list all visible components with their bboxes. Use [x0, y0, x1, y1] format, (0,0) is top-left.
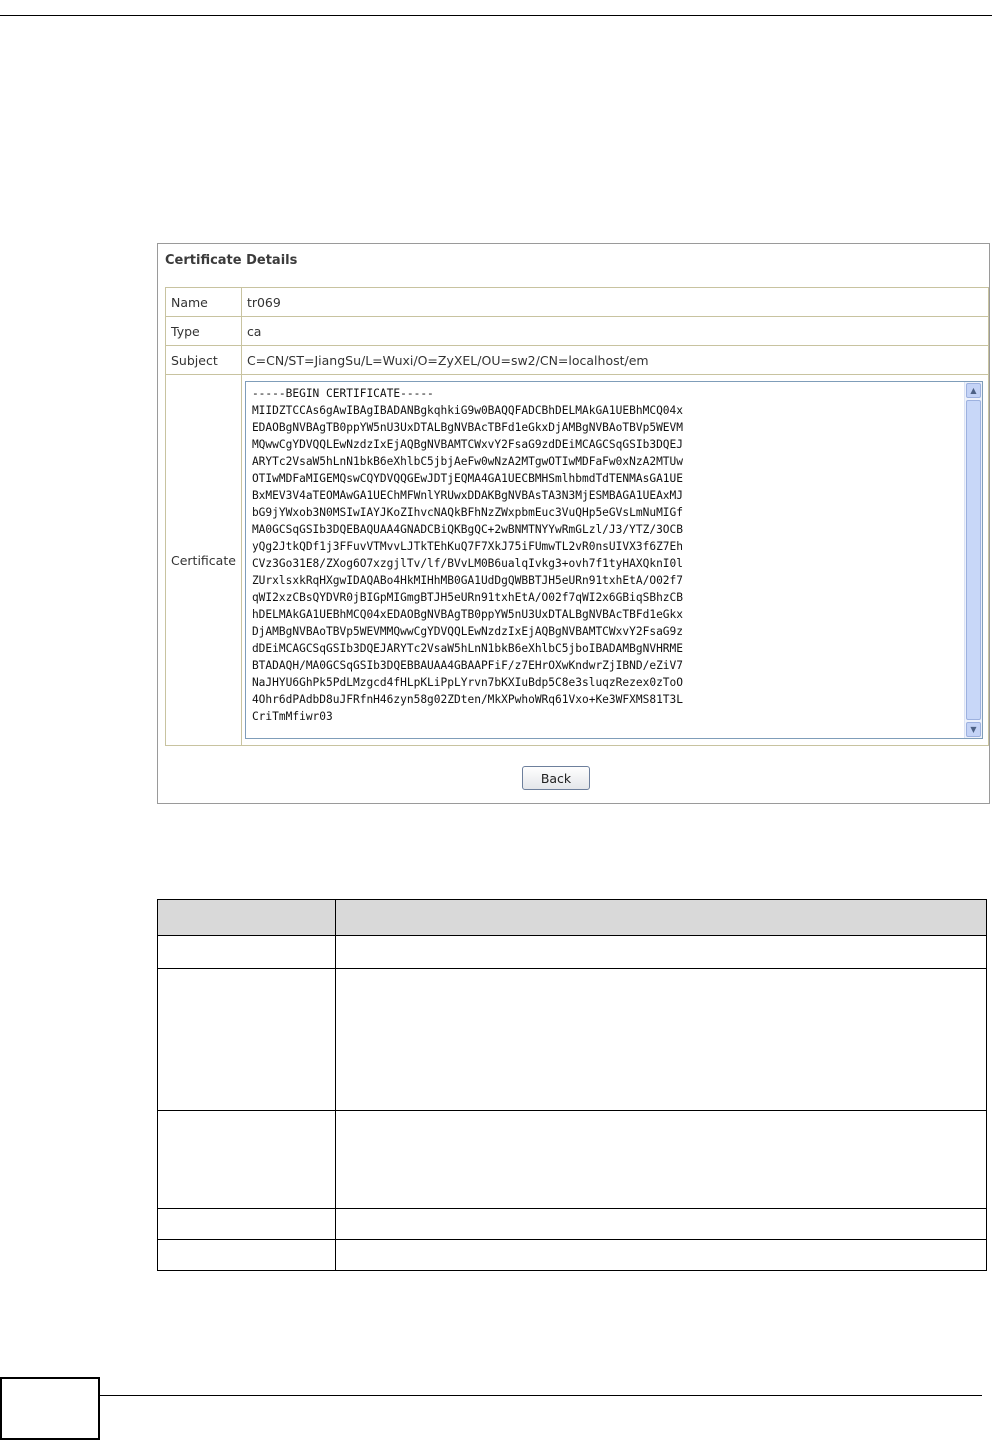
table-cell: [157, 1239, 336, 1271]
table-cell: [157, 1208, 336, 1240]
certificate-text: -----BEGIN CERTIFICATE----- MIIDZTCCAs6g…: [251, 387, 684, 723]
scroll-thumb[interactable]: [965, 400, 981, 720]
scroll-down-icon[interactable]: ▼: [965, 722, 981, 737]
certificate-details-table: Name tr069 Type ca Subject C=CN/ST=Jiang…: [165, 287, 989, 746]
table-cell: [157, 968, 336, 1111]
subject-label: Subject: [165, 345, 242, 375]
name-value: tr069: [240, 287, 989, 317]
certificate-row: Certificate -----BEGIN CERTIFICATE----- …: [165, 374, 989, 746]
type-value: ca: [240, 316, 989, 346]
type-label: Type: [165, 316, 242, 346]
back-button[interactable]: Back: [522, 766, 590, 790]
footer-rule: [100, 1395, 982, 1396]
page-number-box: [0, 1377, 100, 1440]
name-row: Name tr069: [165, 287, 989, 317]
table-row: [157, 968, 987, 1111]
table-cell: [157, 935, 336, 969]
table-cell: [157, 1110, 336, 1209]
table-cell: [335, 935, 987, 969]
table-cell: [335, 1110, 987, 1209]
table-header-cell: [157, 899, 336, 936]
certificate-scrollbar[interactable]: ▲ ▼: [963, 382, 982, 738]
table-header-cell: [335, 899, 987, 936]
header-rule: [0, 15, 992, 16]
table-cell: [335, 968, 987, 1111]
certificate-details-panel: Certificate Details Name tr069 Type ca S…: [157, 243, 990, 804]
scroll-up-icon[interactable]: ▲: [965, 383, 981, 398]
table-header-row: [157, 899, 987, 936]
certificate-textarea[interactable]: -----BEGIN CERTIFICATE----- MIIDZTCCAs6g…: [244, 381, 983, 739]
table-row: [157, 1239, 987, 1271]
field-description-table: [157, 899, 987, 1271]
table-row: [157, 1110, 987, 1209]
table-cell: [335, 1239, 987, 1271]
panel-title: Certificate Details: [165, 253, 298, 268]
certificate-value-cell: -----BEGIN CERTIFICATE----- MIIDZTCCAs6g…: [240, 374, 989, 746]
subject-row: Subject C=CN/ST=JiangSu/L=Wuxi/O=ZyXEL/O…: [165, 345, 989, 375]
subject-value: C=CN/ST=JiangSu/L=Wuxi/O=ZyXEL/OU=sw2/CN…: [240, 345, 989, 375]
type-row: Type ca: [165, 316, 989, 346]
name-label: Name: [165, 287, 242, 317]
certificate-label: Certificate: [165, 374, 242, 746]
table-cell: [335, 1208, 987, 1240]
table-row: [157, 1208, 987, 1240]
table-row: [157, 935, 987, 969]
